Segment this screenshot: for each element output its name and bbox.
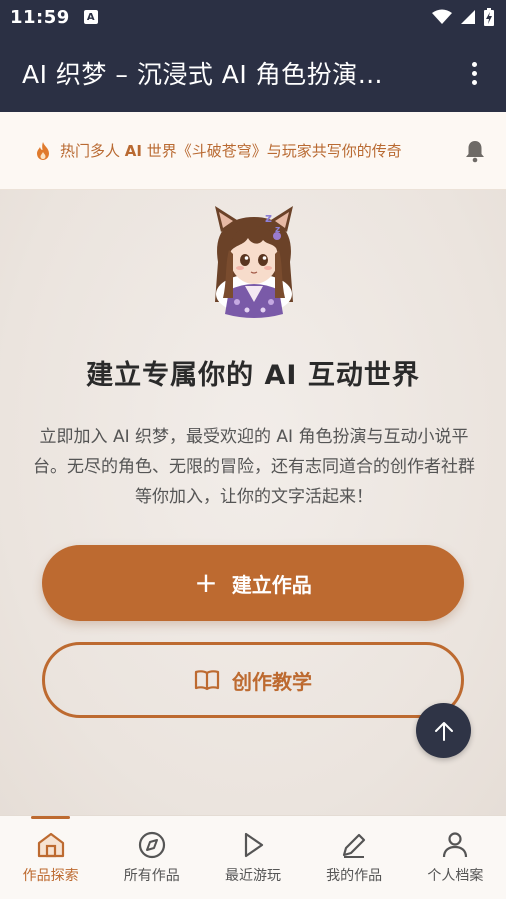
plus-icon: + bbox=[194, 566, 218, 599]
tutorial-button[interactable]: 创作教学 bbox=[42, 642, 464, 718]
hero-headline: 建立专属你的 AI 互动世界 bbox=[86, 360, 420, 391]
more-options-button[interactable] bbox=[462, 53, 486, 93]
arrow-up-icon bbox=[434, 721, 453, 741]
nav-explore[interactable]: 作品探索 bbox=[0, 816, 101, 899]
nav-label-my-works: 我的作品 bbox=[326, 868, 383, 884]
create-work-button[interactable]: + 建立作品 bbox=[42, 545, 464, 621]
status-bar: 11:59 A bbox=[0, 0, 506, 34]
nav-label-recent: 最近游玩 bbox=[224, 868, 281, 884]
announcement-content: 热门多人 AI 世界《斗破苍穹》与玩家共写你的传奇 bbox=[34, 140, 402, 161]
hero-intro: 立即加入 AI 织梦，最受欢迎的 AI 角色扮演与互动小说平台。无尽的角色、无限… bbox=[33, 427, 475, 507]
tutorial-label: 创作教学 bbox=[232, 669, 312, 694]
announcement-text: 热门多人 AI 世界《斗破苍穹》与玩家共写你的传奇 bbox=[60, 140, 402, 161]
nav-profile[interactable]: 个人档案 bbox=[405, 816, 506, 899]
svg-text:z: z bbox=[265, 211, 272, 225]
status-left: 11:59 A bbox=[10, 7, 98, 28]
app-bar: AI 织梦 – 沉浸式 AI 角色扮演… bbox=[0, 34, 506, 112]
announcement-suffix: 世界《斗破苍穹》与玩家共写你的传奇 bbox=[141, 142, 402, 160]
announcement-bar[interactable]: 热门多人 AI 世界《斗破苍穹》与玩家共写你的传奇 bbox=[0, 112, 506, 190]
bottom-navigation: 作品探索 所有作品 最近游玩 我的作品 个人档案 bbox=[0, 815, 506, 899]
status-time: 11:59 bbox=[10, 6, 70, 28]
signal-icon bbox=[461, 10, 475, 24]
bell-icon[interactable] bbox=[464, 139, 486, 163]
svg-text:z: z bbox=[275, 225, 280, 235]
battery-icon bbox=[484, 8, 494, 26]
announcement-highlight: AI bbox=[124, 142, 142, 160]
nav-label-explore: 作品探索 bbox=[22, 868, 79, 884]
pencil-icon bbox=[343, 833, 366, 858]
fire-icon bbox=[37, 141, 49, 160]
more-vert-icon bbox=[471, 61, 477, 67]
play-icon bbox=[244, 832, 264, 858]
hero-section: z z 建立专属你的 AI 互动世界 立即加入 AI 织梦，最受欢迎的 AI 角… bbox=[0, 190, 506, 815]
nav-label-all-works: 所有作品 bbox=[123, 868, 180, 884]
app-title: AI 织梦 – 沉浸式 AI 角色扮演… bbox=[22, 60, 384, 89]
compass-icon bbox=[138, 831, 165, 859]
scroll-to-top-button[interactable] bbox=[416, 703, 471, 758]
nav-label-profile: 个人档案 bbox=[427, 868, 484, 884]
nav-my-works[interactable]: 我的作品 bbox=[304, 816, 405, 899]
book-icon bbox=[194, 670, 220, 691]
mascot-avatar: z z bbox=[215, 206, 293, 318]
person-icon bbox=[443, 832, 468, 858]
create-work-label: 建立作品 bbox=[231, 572, 312, 597]
nav-all-works[interactable]: 所有作品 bbox=[101, 816, 202, 899]
nav-recent[interactable]: 最近游玩 bbox=[202, 816, 303, 899]
status-right bbox=[432, 8, 494, 26]
wifi-icon bbox=[432, 9, 452, 24]
announcement-prefix: 热门多人 bbox=[60, 142, 125, 160]
home-icon bbox=[37, 832, 64, 858]
notification-a-icon: A bbox=[83, 10, 98, 24]
